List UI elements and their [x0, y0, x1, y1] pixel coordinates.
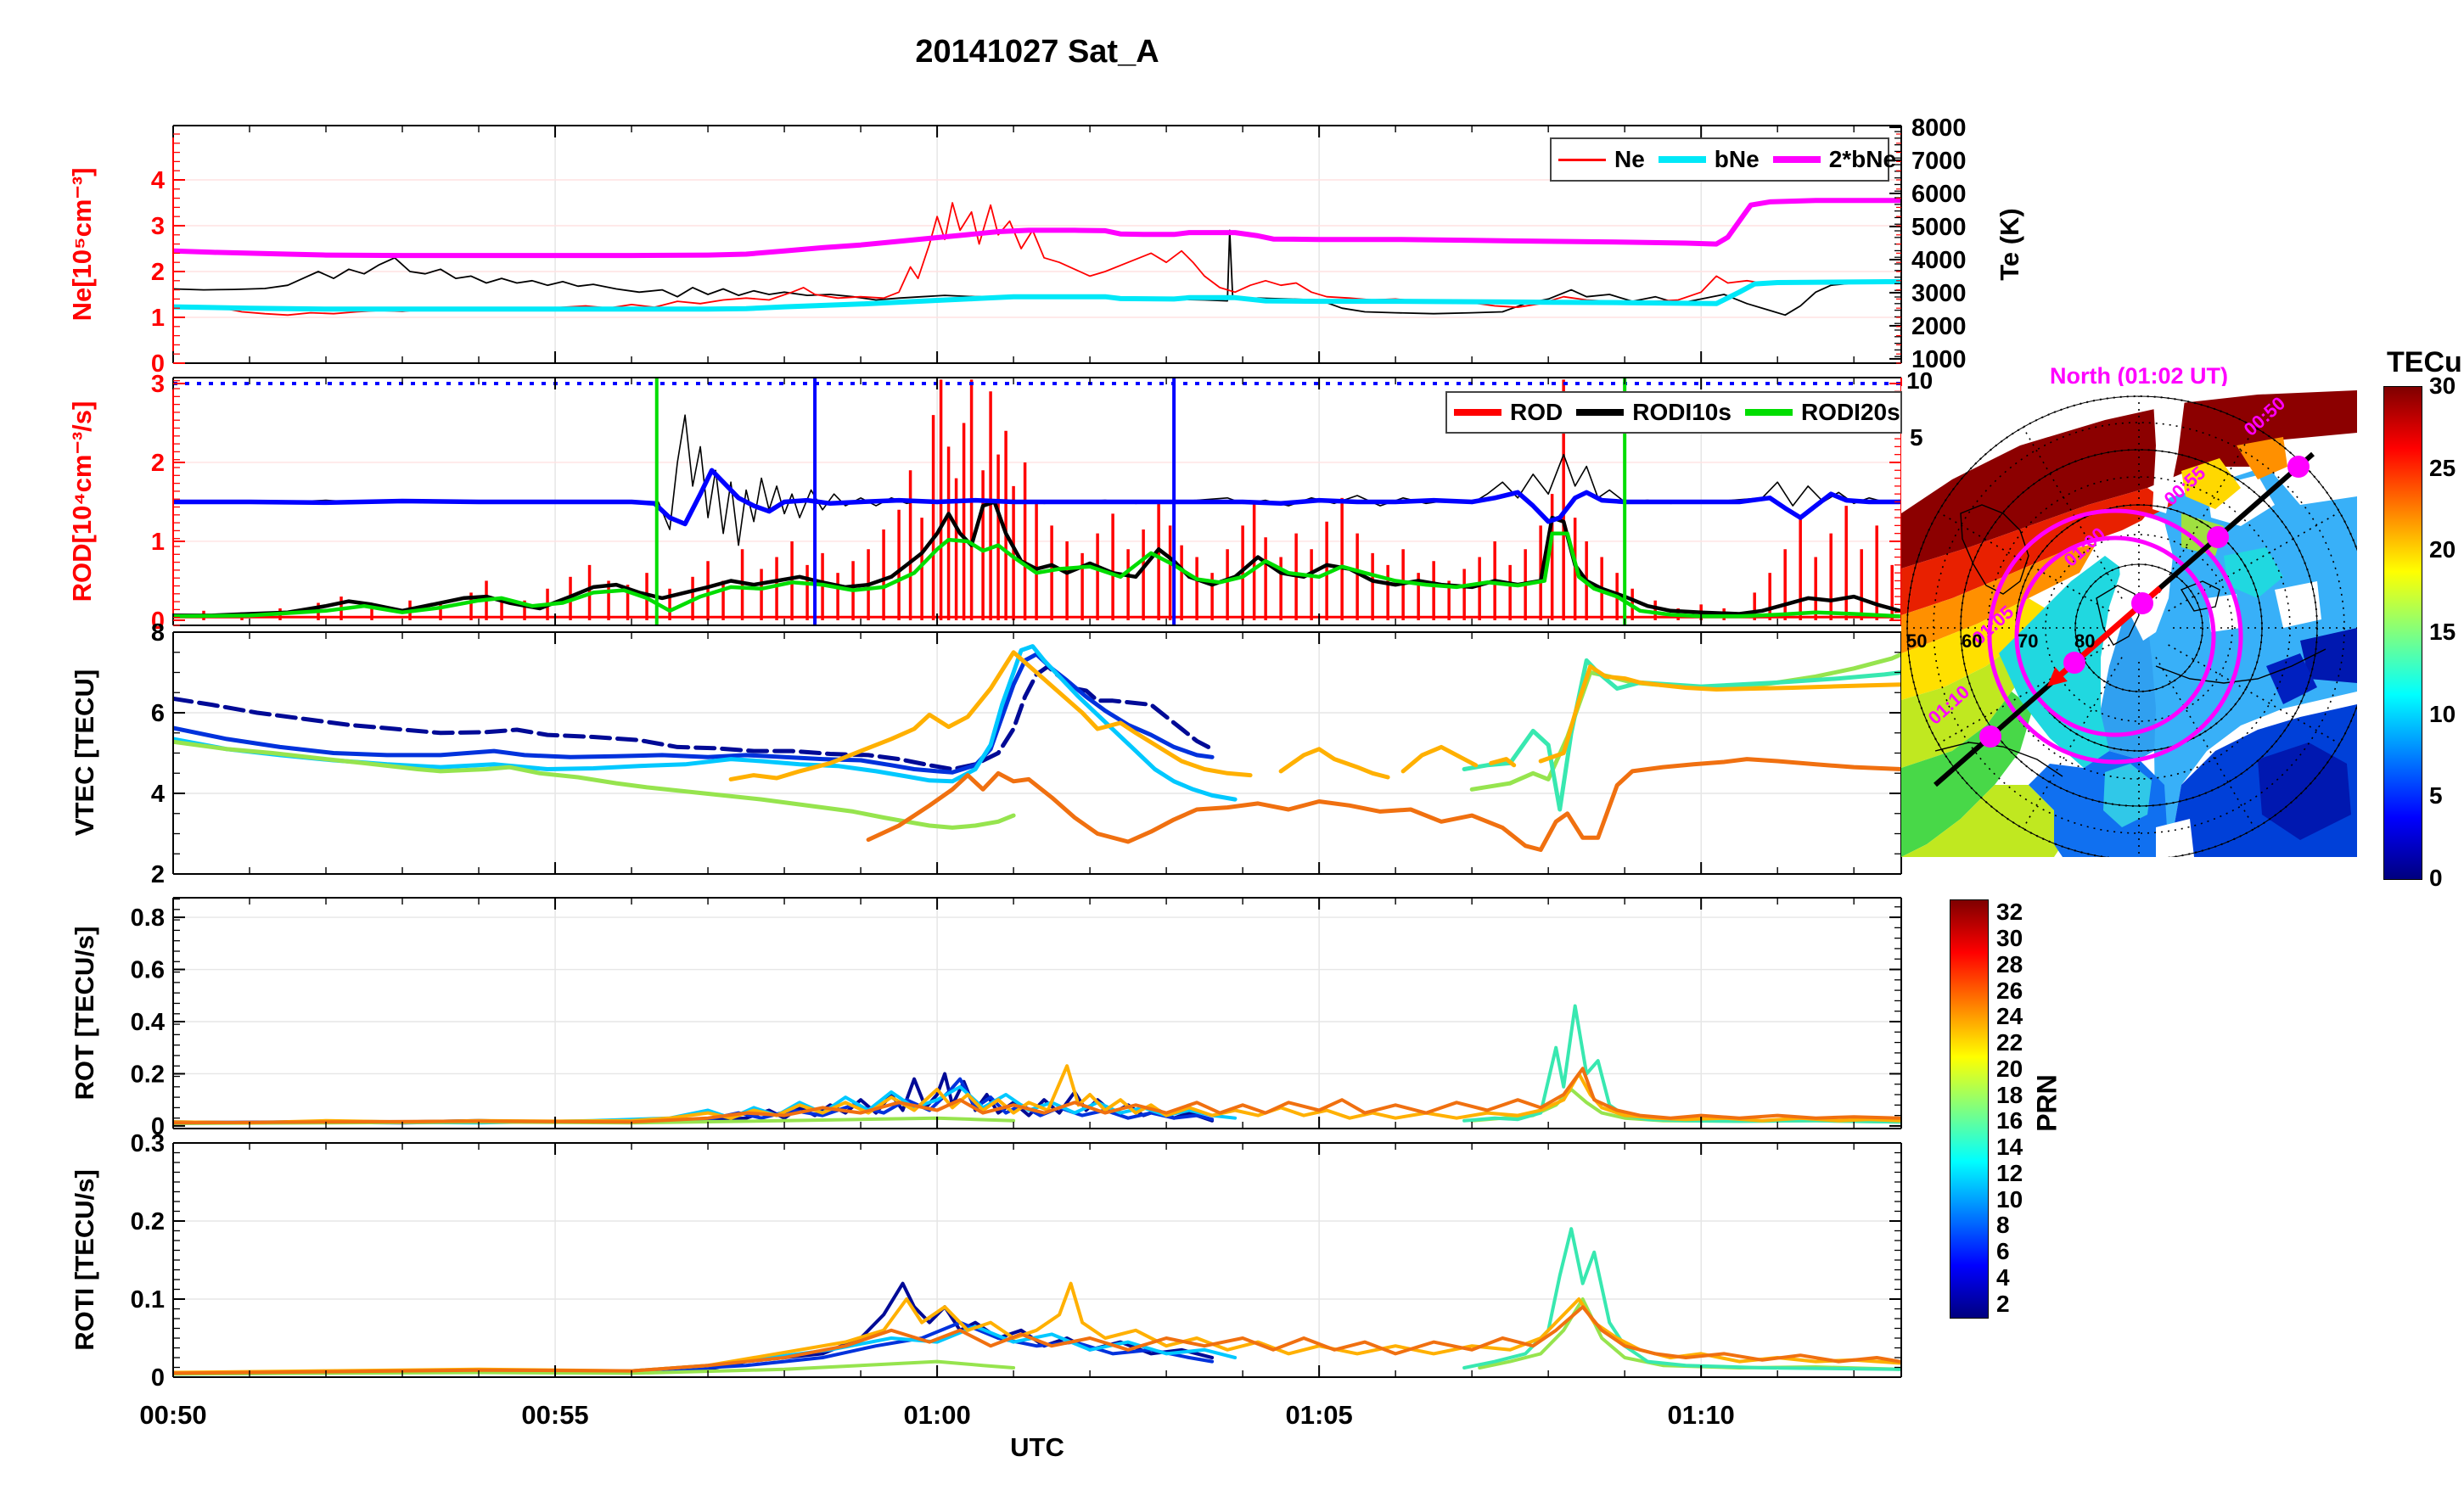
legend-label: Ne [1614, 146, 1645, 172]
svg-text:2: 2 [151, 450, 165, 477]
svg-text:0.3: 0.3 [131, 1130, 165, 1157]
legend-label: RODI20s [1800, 399, 1900, 425]
p2-right-tick-10: 10 [1906, 367, 1934, 394]
svg-text:01:10: 01:10 [1668, 1400, 1735, 1430]
svg-text:01:05: 01:05 [1285, 1400, 1352, 1430]
svg-text:3: 3 [151, 371, 165, 398]
svg-text:0: 0 [151, 1364, 165, 1392]
panel-rot: 00.20.40.60.8 [131, 897, 1902, 1140]
legend-line-sample [1558, 158, 1606, 161]
p2-right-tick-5: 5 [1910, 424, 1923, 451]
svg-text:0.8: 0.8 [131, 905, 165, 932]
svg-text:7000: 7000 [1911, 148, 1967, 175]
legend-item-bNe: bNe [1652, 146, 1766, 173]
legend-ne: Ne bNe 2*bNe [1550, 137, 1896, 182]
series-PRN-teal [1462, 658, 1901, 812]
svg-text:5000: 5000 [1911, 214, 1967, 241]
legend-item-Ne: Ne [1552, 146, 1652, 173]
svg-text:00:50: 00:50 [139, 1400, 206, 1430]
legend-line-sample [1744, 409, 1793, 416]
latitude-label: 80 [2074, 630, 2095, 652]
legend-line-sample [1454, 409, 1501, 416]
legend-line-sample [1772, 156, 1821, 163]
latitude-label: 60 [1962, 630, 1982, 652]
svg-text:4: 4 [151, 781, 165, 808]
svg-text:8: 8 [151, 619, 165, 647]
series-PRN-green [173, 652, 1901, 830]
series-ROTI-orange [173, 1305, 1901, 1375]
svg-text:0.1: 0.1 [131, 1286, 165, 1314]
legend-item-ROD: ROD [1447, 399, 1569, 426]
svg-text:2000: 2000 [1911, 313, 1967, 340]
svg-text:01:00: 01:00 [903, 1400, 970, 1430]
svg-text:8000: 8000 [1911, 115, 1967, 142]
legend-line-sample [1658, 156, 1706, 163]
svg-text:6000: 6000 [1911, 181, 1967, 208]
legend-label: 2*bNe [1828, 146, 1897, 172]
track-time-dot [2131, 592, 2153, 614]
legend-item-RODI10s: RODI10s [1569, 399, 1738, 426]
legend-item-RODI20s: RODI20s [1738, 399, 1907, 426]
legend-label: RODI10s [1632, 399, 1732, 425]
svg-text:6: 6 [151, 700, 165, 727]
svg-text:0.4: 0.4 [131, 1009, 165, 1036]
svg-text:00:55: 00:55 [521, 1400, 588, 1430]
series-PRN-orange [866, 757, 1901, 852]
legend-line-sample [1576, 409, 1625, 416]
svg-text:2: 2 [151, 259, 165, 286]
legend-rod: ROD RODI10s RODI20s [1445, 391, 1902, 434]
figure-root: { "title": "20141027 Sat_A", "xlabel": "… [0, 0, 2464, 1490]
svg-text:1: 1 [151, 529, 165, 556]
panel-roti: 0 0.1 0.2 0.3 [131, 1130, 1902, 1392]
svg-text:0.2: 0.2 [131, 1061, 165, 1088]
legend-label: ROD [1510, 399, 1563, 425]
track-time-dot [2063, 652, 2085, 674]
track-time-dot [2287, 456, 2310, 478]
svg-text:4: 4 [151, 167, 165, 194]
track-time-dot [1979, 725, 2001, 748]
svg-text:1: 1 [151, 305, 165, 332]
latitude-label: 50 [1906, 630, 1927, 652]
svg-text:0.2: 0.2 [131, 1208, 165, 1235]
legend-label: bNe [1714, 146, 1760, 172]
svg-text:2: 2 [151, 861, 165, 888]
latitude-label: 70 [2018, 630, 2038, 652]
svg-text:4000: 4000 [1911, 247, 1967, 274]
track-time-dot [2207, 526, 2229, 548]
series-ROTI-gold [173, 1281, 1901, 1375]
series-ROTI-navy [173, 1281, 1215, 1375]
polar-tec-map: 00:5000:5501:0001:0501:1080706050 [1901, 386, 2357, 857]
prn-colorbar [1950, 899, 1989, 1319]
svg-text:3: 3 [151, 213, 165, 240]
legend-item-2*bNe: 2*bNe [1766, 146, 1903, 173]
series-bNe [173, 278, 1901, 312]
series-2bNe [173, 198, 1901, 259]
tecu-colorbar [2383, 386, 2422, 880]
svg-text:3000: 3000 [1911, 280, 1967, 307]
panel-vtec: 2 4 6 8 [151, 619, 1902, 888]
svg-text:0.6: 0.6 [131, 957, 165, 984]
